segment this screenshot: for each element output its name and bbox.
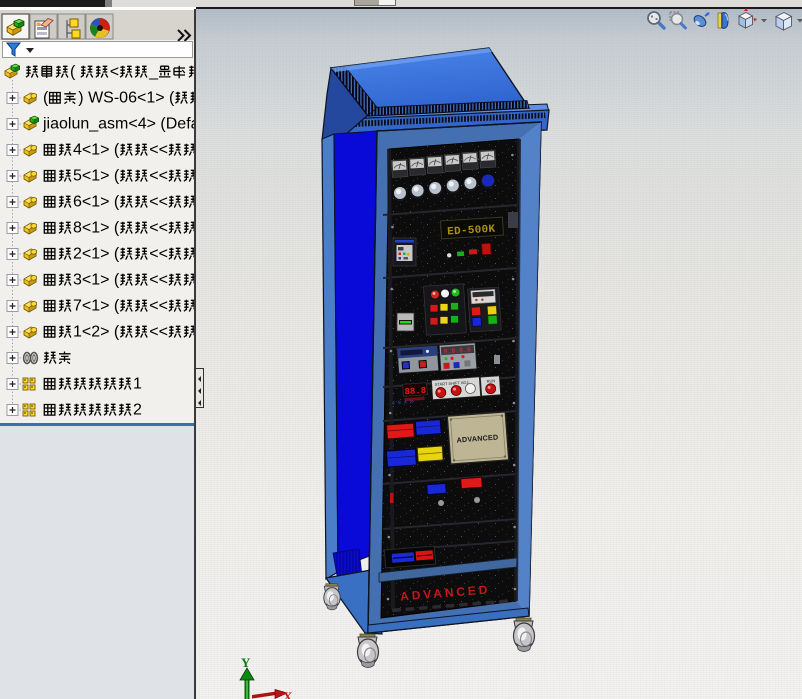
svg-text:RUN: RUN bbox=[486, 378, 495, 384]
svg-text:X: X bbox=[283, 689, 293, 699]
svg-text:88.8: 88.8 bbox=[404, 386, 426, 397]
svg-text:Y: Y bbox=[241, 655, 251, 670]
